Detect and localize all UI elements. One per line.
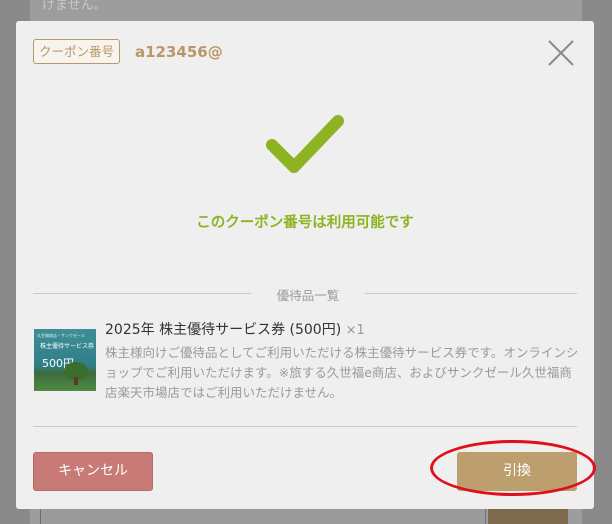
item-name: 2025年 株主優待サービス券 (500円) ×1 [105, 319, 365, 339]
close-button[interactable] [546, 38, 576, 68]
thumbnail-title: 株主優待サービス券 [40, 343, 95, 350]
coupon-modal: クーポン番号 a123456@ このクーポン番号は利用可能です 優待品一覧 久世… [16, 21, 594, 509]
coupon-code: a123456@ [135, 43, 223, 61]
item-quantity: ×1 [345, 323, 365, 338]
background-text: けません。 [42, 0, 107, 13]
close-icon [548, 40, 574, 66]
exchange-button[interactable]: 引換 [457, 452, 577, 491]
cancel-button[interactable]: キャンセル [33, 452, 153, 491]
section-header: 優待品一覧 [33, 283, 577, 303]
footer-divider [33, 426, 577, 427]
thumbnail-trunk [74, 377, 78, 385]
item-description: 株主様向けご優待品としてご利用いただける株主優待サービス券です。オンラインショッ… [105, 345, 579, 400]
section-divider-left [33, 293, 251, 294]
checkmark-icon [266, 115, 344, 173]
item-thumbnail: 久世福商店・サンクゼール 株主優待サービス券 500円 [34, 329, 96, 391]
section-title: 優待品一覧 [276, 288, 340, 303]
item-name-text: 2025年 株主優待サービス券 (500円) [105, 322, 342, 338]
availability-message: このクーポン番号は利用可能です [196, 215, 414, 231]
coupon-number-label: クーポン番号 [33, 39, 121, 64]
thumbnail-caption: 久世福商店・サンクゼール [37, 333, 85, 338]
section-divider-right [365, 293, 577, 294]
